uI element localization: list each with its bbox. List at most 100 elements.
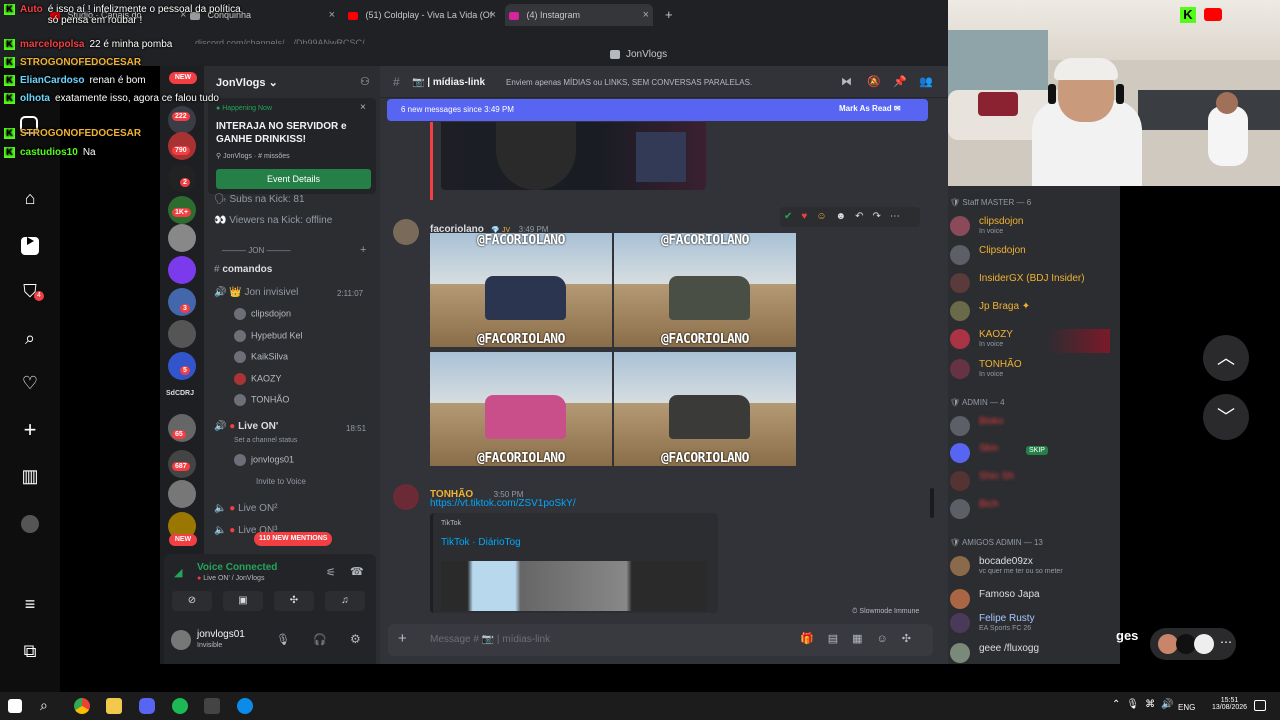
attach-icon[interactable]: + xyxy=(398,630,407,647)
message-link[interactable]: https://vt.tiktok.com/ZSV1poSkY/ xyxy=(430,498,576,509)
gear-icon[interactable]: ⚙ xyxy=(350,632,361,646)
stats-icon[interactable]: ▥ xyxy=(18,464,42,488)
channel-item[interactable]: 🗣 Subs na Kick: 81 xyxy=(214,194,305,205)
browser-tab-active[interactable]: (4) Instagram × xyxy=(505,4,653,26)
avatar[interactable] xyxy=(18,512,42,536)
attachment-image[interactable]: @FACORIOLANO xyxy=(430,352,612,466)
heart-icon[interactable]: ♥ xyxy=(801,211,816,222)
voice-user[interactable]: KAOZY xyxy=(234,373,282,385)
favorites-icon[interactable]: ♡ xyxy=(18,371,42,395)
voice-user[interactable]: KaikSilva xyxy=(234,351,288,363)
sticker-icon[interactable]: ▦ xyxy=(852,633,876,645)
channel-status[interactable]: Set a channel status xyxy=(234,437,297,444)
home-icon[interactable]: ⌂ xyxy=(18,186,42,210)
activities-icon[interactable]: ✣ xyxy=(274,591,314,611)
voice-channel[interactable]: 🔊 ● Live ON' xyxy=(214,421,278,432)
channel-topic[interactable]: Enviem apenas MÍDIAS ou LINKS, SEM CONVE… xyxy=(506,78,752,87)
event-details-button[interactable]: Event Details xyxy=(216,169,371,189)
chevron-up-icon[interactable]: ⌃ xyxy=(1112,699,1126,710)
chat-scrollbar[interactable] xyxy=(930,488,934,518)
attachment-image[interactable]: @FACORIOLANO @FACORIOLANO xyxy=(430,233,612,347)
mark-as-read-button[interactable]: Mark As Read ✉ xyxy=(839,104,901,113)
apps-icon[interactable]: ✣ xyxy=(902,633,925,645)
server-icon[interactable] xyxy=(168,224,196,252)
add-reaction-icon[interactable]: ☻ xyxy=(836,211,856,222)
mentions-pill[interactable]: 110 NEW MENTIONS xyxy=(254,532,333,546)
new-pill[interactable]: NEW xyxy=(169,72,197,84)
disconnect-icon[interactable]: ☎ xyxy=(350,565,364,578)
pin-icon[interactable]: 📌 xyxy=(893,75,907,88)
gift-icon[interactable]: 🎁 xyxy=(800,633,828,645)
avatar[interactable] xyxy=(393,484,419,510)
invite-to-voice-button[interactable]: Invite to Voice xyxy=(256,477,306,486)
noise-suppression-icon[interactable]: ⚟ xyxy=(326,566,336,579)
channel-item[interactable]: 👀 Viewers na Kick: offline xyxy=(214,215,332,226)
windows-start-icon[interactable] xyxy=(8,699,22,713)
close-icon[interactable]: × xyxy=(360,102,366,113)
emoji-icon[interactable]: ☺ xyxy=(816,211,835,222)
channel-item[interactable]: # comandos xyxy=(214,264,272,275)
clock[interactable]: 15:51 13/08/2026 xyxy=(1212,697,1247,711)
xbox-icon[interactable] xyxy=(204,698,220,714)
more-icon[interactable]: ⋯ xyxy=(890,211,909,222)
server-icon[interactable] xyxy=(168,480,196,508)
microphone-icon[interactable]: 🎙 xyxy=(276,633,290,646)
notifications-icon[interactable]: ⛉ 4 xyxy=(18,279,44,303)
voice-user[interactable]: Hypebud Kel xyxy=(234,330,303,342)
headphones-icon[interactable]: 🎧 xyxy=(313,633,327,646)
forward-icon[interactable]: ↷ xyxy=(872,211,889,222)
attachment-image[interactable]: @FACORIOLANO xyxy=(614,352,796,466)
browser-tab[interactable]: (51) Coldplay - Viva La Vida (Of × xyxy=(348,4,496,26)
server-name[interactable]: JonVlogs ⌄ xyxy=(216,76,278,89)
threads-icon[interactable]: ⧓ xyxy=(841,75,852,88)
edge-icon[interactable] xyxy=(237,698,253,714)
voice-channel[interactable]: 🔈 ● Live ON² xyxy=(214,503,278,514)
member-list-icon[interactable]: 👥 xyxy=(919,75,933,88)
microphone-icon[interactable]: 🎙 xyxy=(1126,699,1145,710)
add-channel-icon[interactable]: + xyxy=(360,244,366,256)
check-icon[interactable]: ✔ xyxy=(784,211,801,222)
scroll-down-button[interactable]: ﹀ xyxy=(1203,394,1249,440)
tab-close-icon[interactable]: × xyxy=(490,4,496,26)
screen-share-icon[interactable]: ▣ xyxy=(223,591,263,611)
avatar[interactable] xyxy=(171,630,191,650)
voice-user[interactable]: TONHÃO xyxy=(234,394,289,406)
tab-close-icon[interactable]: × xyxy=(329,4,335,26)
new-tab-button[interactable]: + xyxy=(665,4,677,26)
voice-user[interactable]: clipsdojon xyxy=(234,308,291,320)
add-user-icon[interactable]: ⚇ xyxy=(360,75,370,88)
chrome-icon[interactable] xyxy=(74,698,90,714)
voice-channel[interactable]: 🔊 👑 Jon invisivel xyxy=(214,287,298,298)
emoji-icon[interactable]: ☺ xyxy=(877,633,902,645)
notification-center-icon[interactable] xyxy=(1254,700,1266,711)
language-indicator[interactable]: ENG xyxy=(1178,703,1195,712)
video-icon[interactable] xyxy=(18,232,42,256)
volume-icon[interactable]: 🔊 xyxy=(1161,699,1179,710)
voice-connected-sub[interactable]: ● Live ON' / JonVlogs xyxy=(197,575,264,582)
attachment-image[interactable]: @FACORIOLANO @FACORIOLANO xyxy=(614,233,796,347)
tab-close-icon[interactable]: × xyxy=(643,4,649,26)
server-icon[interactable] xyxy=(168,320,196,348)
avatar[interactable] xyxy=(393,219,419,245)
member-item[interactable]: KAOZY In voice xyxy=(950,329,1110,353)
spotify-icon[interactable] xyxy=(172,698,188,714)
gif-icon[interactable]: ▤ xyxy=(828,633,852,645)
notification-bell-icon[interactable]: 🔕 xyxy=(867,75,881,88)
new-pill[interactable]: NEW xyxy=(169,534,197,546)
reply-icon[interactable]: ↶ xyxy=(855,211,872,222)
camera-off-icon[interactable]: ⊘ xyxy=(172,591,212,611)
apps-icon[interactable]: ⧉ xyxy=(18,639,42,663)
search-icon[interactable]: ⌕ xyxy=(18,326,42,350)
file-explorer-icon[interactable] xyxy=(106,698,122,714)
category-header[interactable]: ——— JON ——— xyxy=(222,246,290,255)
voice-user[interactable]: jonvlogs01 xyxy=(234,454,294,466)
previous-image[interactable] xyxy=(441,122,706,190)
embed-thumbnail[interactable] xyxy=(441,561,706,611)
viewers-pill[interactable]: ⋯ xyxy=(1150,628,1236,660)
discord-icon[interactable] xyxy=(139,698,155,714)
network-icon[interactable]: ⌘ xyxy=(1145,699,1161,710)
server-icon[interactable] xyxy=(168,256,196,284)
server-icon-sdcdr[interactable]: SdCDRJ xyxy=(166,390,194,397)
soundboard-icon[interactable]: ♫ xyxy=(325,591,365,611)
search-icon[interactable]: ⌕ xyxy=(40,697,48,714)
